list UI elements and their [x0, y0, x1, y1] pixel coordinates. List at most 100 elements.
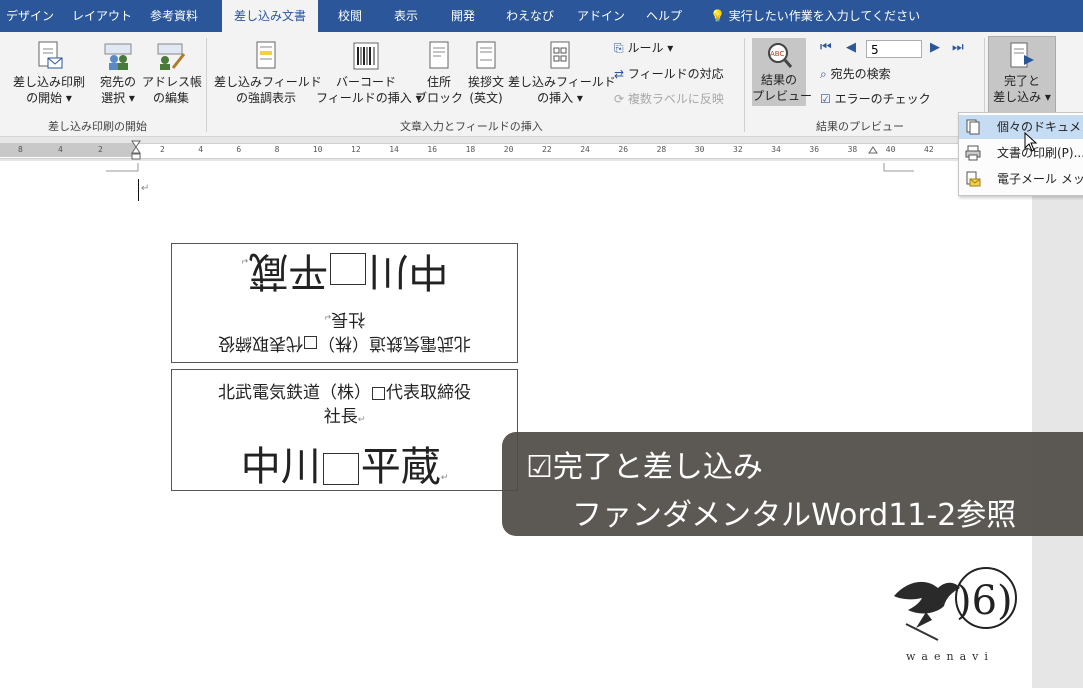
greeting-line-icon: [476, 41, 496, 69]
previous-record-button[interactable]: ◀: [846, 40, 856, 56]
finish-merge-icon: [1010, 42, 1034, 68]
group-label-preview: 結果のプレビュー: [816, 120, 904, 133]
text-cursor: [138, 179, 139, 201]
ruler-number: 22: [542, 145, 552, 154]
ruler-number: 8: [18, 145, 23, 154]
highlight-merge-fields-button[interactable]: 差し込みフィールド の強調表示: [214, 40, 322, 106]
svg-text:)6): )6): [956, 578, 1013, 624]
label-upright[interactable]: 北武電気鉄道（株） 代表取締役 社長↵ 中川 平蔵↵: [171, 369, 518, 491]
label-upside-down-content: 北武電気鉄道（株）代表取締役 社長↵ 中川平蔵↵: [172, 244, 517, 362]
address-block-button[interactable]: 住所 ブロック: [414, 40, 464, 106]
document-page[interactable]: ↵ 北武電気鉄道（株）代表取締役 社長↵ 中川平蔵↵ 北武電気鉄道（株） 代表取締…: [0, 161, 1032, 688]
rules-icon: ⎘: [614, 41, 624, 55]
label-company: 北武電気鉄道（株）代表取締役: [218, 383, 471, 403]
match-fields-label: フィールドの対応: [627, 67, 724, 81]
insert-barcode-field-button[interactable]: バーコード フィールドの挿入 ▾: [316, 40, 422, 106]
record-number-input[interactable]: 5: [866, 40, 922, 58]
tab-waenavi[interactable]: わえなび: [506, 0, 554, 32]
greeting-line-button[interactable]: 挨拶文 (英文): [462, 40, 510, 106]
indent-marker-icon[interactable]: [130, 139, 142, 161]
right-indent-marker-icon[interactable]: [867, 139, 879, 161]
tab-addins[interactable]: アドイン: [577, 0, 625, 32]
printer-icon: [965, 145, 981, 161]
preview-results-button[interactable]: ABC 結果の プレビュー: [752, 38, 812, 106]
label-title: 社長↵: [323, 407, 366, 427]
ribbon: 差し込み印刷 の開始 ▾ 宛先の 選択 ▾ アドレス帳 の編集 差し込み印刷の開…: [0, 32, 1083, 137]
placeholder-box: [372, 386, 385, 400]
ruler-number: 26: [618, 145, 629, 154]
ruler-number: 36: [809, 145, 820, 154]
caption-line-1-text: 完了と差し込み: [552, 450, 763, 485]
highlight-merge-fields-label: 差し込みフィールド の強調表示: [214, 75, 322, 105]
tab-help[interactable]: ヘルプ: [646, 0, 682, 32]
select-recipients-label: 宛先の 選択 ▾: [99, 75, 136, 105]
select-recipients-button[interactable]: 宛先の 選択 ▾: [94, 40, 142, 106]
ruler-number: 6: [236, 145, 242, 154]
greeting-line-label: 挨拶文 (英文): [467, 75, 504, 105]
preview-abc-icon: ABC: [768, 43, 793, 68]
insert-field-icon: [550, 41, 570, 69]
rules-button[interactable]: ⎘ ルール ▾: [614, 40, 673, 56]
insert-merge-field-label: 差し込みフィールド の挿入 ▾: [508, 75, 616, 105]
insert-merge-field-button[interactable]: 差し込みフィールド の挿入 ▾: [508, 40, 616, 106]
match-fields-button[interactable]: ⇄ フィールドの対応: [614, 66, 724, 82]
tell-me-box[interactable]: 💡 実行したい作業を入力してください: [710, 0, 920, 32]
find-recipient-button[interactable]: ⌕ 宛先の検索: [820, 66, 891, 82]
ruler-number: 2: [98, 145, 103, 154]
update-labels-button[interactable]: ⟳ 複数ラベルに反映: [614, 91, 724, 107]
paragraph-mark: ↵: [141, 183, 150, 194]
tab-developer[interactable]: 開発: [451, 0, 475, 32]
label-name: 中川平蔵↵: [240, 444, 449, 490]
caption-line-1: ☑完了と差し込み: [526, 442, 763, 486]
finish-merge-dropdown: 個々のドキュメン 文書の印刷(P)... 電子メール メッセ: [958, 112, 1083, 196]
next-record-button[interactable]: ▶: [930, 40, 940, 56]
label-upside-down[interactable]: 北武電気鉄道（株）代表取締役 社長↵ 中川平蔵↵: [171, 243, 518, 363]
tab-view[interactable]: 表示: [394, 0, 418, 32]
ruler-number: 28: [656, 145, 667, 154]
update-labels-label: 複数ラベルに反映: [627, 92, 724, 106]
document-highlight-icon: [256, 41, 276, 69]
tab-mailings[interactable]: 差し込み文書: [222, 0, 319, 33]
ruler-number: 8: [274, 145, 280, 154]
update-labels-icon: ⟳: [614, 92, 625, 106]
tab-references[interactable]: 参考資料: [150, 0, 198, 32]
ruler-number: 38: [847, 145, 858, 154]
check-errors-button[interactable]: ☑ エラーのチェック: [820, 91, 931, 107]
ruler-number: 18: [465, 145, 476, 154]
tab-layout[interactable]: レイアウト: [72, 0, 132, 32]
placeholder-box: [304, 336, 317, 350]
send-email-item[interactable]: 電子メール メッセ: [959, 167, 1083, 191]
ruler-number: 16: [427, 145, 438, 154]
edit-recipient-list-label: アドレス帳 の編集: [142, 75, 203, 105]
ruler-number: 34: [771, 145, 781, 154]
ruler-number: 40: [885, 145, 896, 154]
horizontal-ruler[interactable]: 8 4 2 2 4 6 8 10 12 14 16 18 20 22 24 26 28 30 32 34 36 38 40 4…: [0, 137, 1030, 161]
edit-individual-documents-item[interactable]: 個々のドキュメン: [959, 115, 1083, 139]
start-mail-merge-button[interactable]: 差し込み印刷 の開始 ▾: [10, 40, 88, 106]
recipients-icon: [104, 43, 132, 70]
caption-line-2: ファンダメンタルWord11-2参照: [572, 498, 1017, 533]
vertical-scrollbar[interactable]: [1032, 137, 1083, 688]
tell-me-text: 実行したい作業を入力してください: [728, 9, 921, 23]
ribbon-tab-bar: デザイン レイアウト 参考資料 差し込み文書 校閲 表示 開発 わえなび アドイ…: [0, 0, 1083, 33]
tab-design[interactable]: デザイン: [6, 0, 54, 32]
finish-merge-label: 完了と 差し込み ▾: [993, 74, 1051, 104]
waenavi-logo: )6) waenavi: [886, 558, 1026, 668]
tab-review[interactable]: 校閲: [338, 0, 362, 32]
placeholder-box: [330, 253, 367, 285]
ruler-number: 4: [58, 145, 63, 154]
mouse-pointer-icon: [1024, 132, 1038, 152]
check-errors-icon: ☑: [820, 92, 831, 106]
edit-individual-documents-label: 個々のドキュメン: [997, 120, 1083, 134]
finish-merge-button[interactable]: 完了と 差し込み ▾: [988, 36, 1056, 120]
edit-recipient-list-button[interactable]: アドレス帳 の編集: [142, 40, 203, 106]
previous-record-icon: ◀: [846, 40, 856, 55]
print-documents-item[interactable]: 文書の印刷(P)...: [959, 141, 1083, 165]
first-record-button[interactable]: ⏮: [820, 40, 832, 56]
next-record-icon: ▶: [930, 40, 940, 55]
email-icon: [966, 171, 981, 187]
send-email-label: 電子メール メッセ: [997, 172, 1083, 186]
lightbulb-icon: 💡: [710, 9, 725, 23]
last-record-button[interactable]: ⏭: [952, 40, 964, 56]
placeholder-box: [322, 453, 359, 485]
